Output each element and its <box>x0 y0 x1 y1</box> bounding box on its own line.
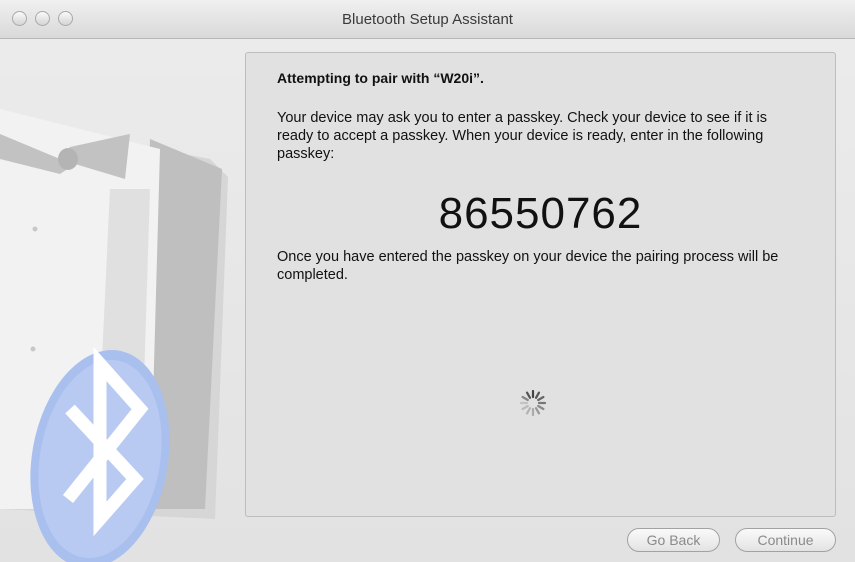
bluetooth-butler-illustration <box>0 109 228 562</box>
completion-note: Once you have entered the passkey on you… <box>277 249 779 283</box>
window-title: Bluetooth Setup Assistant <box>342 11 513 28</box>
progress-spinner-icon <box>519 389 547 417</box>
passkey-instructions: Your device may ask you to enter a passk… <box>277 110 768 162</box>
pairing-heading: Attempting to pair with “W20i”. <box>277 70 484 86</box>
content-panel: Attempting to pair with “W20i”. Your dev… <box>245 52 836 517</box>
continue-button[interactable]: Continue <box>735 528 836 552</box>
bluetooth-setup-window: Bluetooth Setup Assistant Attempting to … <box>0 0 855 562</box>
go-back-button[interactable]: Go Back <box>627 528 720 552</box>
passkey-value: 86550762 <box>438 189 643 238</box>
title-bar: Bluetooth Setup Assistant <box>0 0 855 39</box>
